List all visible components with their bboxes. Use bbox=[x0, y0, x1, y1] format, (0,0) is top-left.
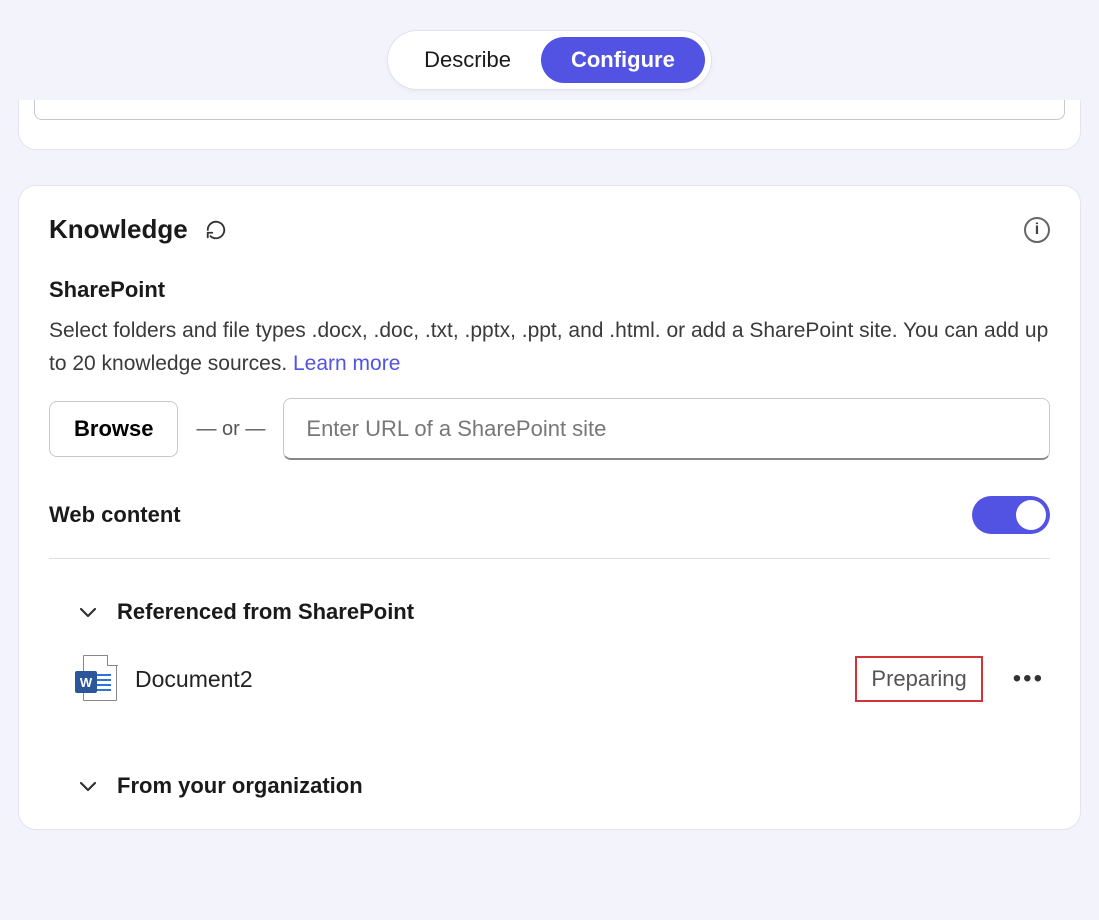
or-separator: — or — bbox=[196, 418, 265, 441]
web-content-toggle[interactable] bbox=[972, 496, 1050, 534]
browse-button[interactable]: Browse bbox=[49, 401, 178, 457]
section-referenced-sharepoint[interactable]: Referenced from SharePoint bbox=[49, 599, 1050, 625]
section-title-knowledge: Knowledge bbox=[49, 214, 188, 245]
sharepoint-description: Select folders and file types .docx, .do… bbox=[49, 315, 1050, 380]
tab-configure[interactable]: Configure bbox=[541, 37, 705, 83]
refresh-icon[interactable] bbox=[204, 218, 228, 242]
chevron-down-icon bbox=[77, 605, 99, 619]
mode-segmented-control: Describe Configure bbox=[387, 30, 712, 90]
previous-card-bottom bbox=[18, 100, 1081, 150]
section-from-organization[interactable]: From your organization bbox=[49, 773, 1050, 799]
sharepoint-url-input[interactable] bbox=[283, 398, 1050, 460]
divider bbox=[49, 558, 1050, 559]
section-from-organization-label: From your organization bbox=[117, 773, 363, 799]
sharepoint-heading: SharePoint bbox=[49, 277, 1050, 303]
more-options-icon[interactable]: ••• bbox=[1007, 661, 1050, 697]
knowledge-card: Knowledge i SharePoint Select folders an… bbox=[18, 185, 1081, 830]
document-name: Document2 bbox=[135, 666, 253, 693]
learn-more-link[interactable]: Learn more bbox=[293, 352, 400, 375]
web-content-label: Web content bbox=[49, 502, 181, 528]
word-document-icon: W bbox=[77, 655, 117, 703]
previous-input-bottom-edge bbox=[34, 100, 1065, 120]
document-row: W Document2 Preparing ••• bbox=[77, 655, 1050, 703]
tab-describe[interactable]: Describe bbox=[394, 37, 541, 83]
document-status-badge: Preparing bbox=[855, 656, 982, 702]
info-icon[interactable]: i bbox=[1024, 217, 1050, 243]
chevron-down-icon bbox=[77, 779, 99, 793]
section-referenced-label: Referenced from SharePoint bbox=[117, 599, 414, 625]
